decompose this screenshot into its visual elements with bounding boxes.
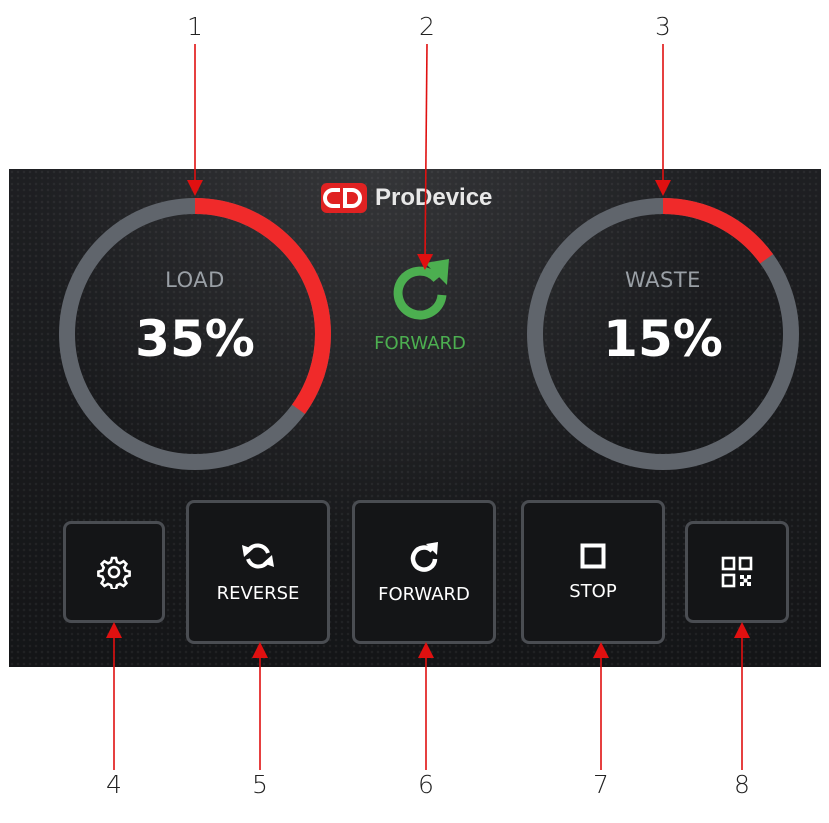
callout-number-5: 5 [252,770,268,799]
stop-button[interactable]: STOP [521,500,665,644]
forward-button[interactable]: FORWARD [352,500,496,644]
callout-number-4: 4 [106,770,122,799]
rotate-clockwise-icon [410,541,438,572]
sync-arrows-icon [242,543,274,568]
callout-number-6: 6 [418,770,434,799]
qr-code-button[interactable] [685,521,789,623]
load-gauge-label: LOAD [165,268,225,292]
settings-button[interactable] [63,521,165,623]
direction-status: FORWARD [355,255,485,354]
device-screen: ProDevice LOAD 35% WASTE 15% FORWARD REV… [9,169,821,667]
load-gauge-value: 35% [135,310,255,368]
waste-gauge-value: 15% [603,310,723,368]
gear-icon [97,556,131,589]
callout-number-3: 3 [655,12,671,41]
waste-gauge: WASTE 15% [523,194,803,474]
callout-number-8: 8 [734,770,750,799]
waste-gauge-label: WASTE [625,268,701,292]
qr-code-icon [721,556,753,588]
callout-number-1: 1 [187,12,203,41]
square-icon [580,543,606,568]
load-gauge: LOAD 35% [55,194,335,474]
callout-number-2: 2 [419,12,435,41]
reverse-button-label: REVERSE [216,582,300,604]
reverse-button[interactable]: REVERSE [186,500,330,644]
rotate-clockwise-icon [393,259,449,320]
brand-logo: ProDevice [321,183,492,213]
stop-button-label: STOP [569,580,617,602]
callout-number-7: 7 [593,770,609,799]
forward-button-label: FORWARD [378,583,470,605]
direction-status-label: FORWARD [374,333,466,354]
brand-name: ProDevice [375,184,493,211]
